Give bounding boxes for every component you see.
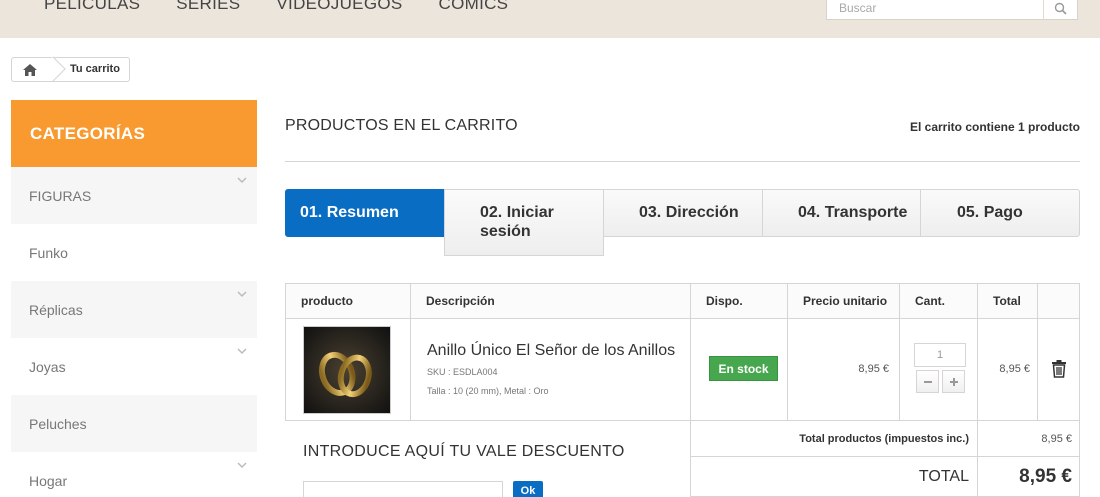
sidebar-item-label: Joyas bbox=[29, 358, 66, 375]
plus-icon bbox=[949, 377, 958, 386]
cart-count: El carrito contiene 1 producto bbox=[909, 120, 1080, 134]
step-iniciar-sesion[interactable]: 02. Iniciar sesión bbox=[444, 189, 604, 256]
search-box bbox=[826, 0, 1078, 20]
product-description-cell: Anillo Único El Señor de los Anillos SKU… bbox=[410, 318, 691, 421]
delete-cell bbox=[1037, 318, 1080, 421]
product-image-cell bbox=[285, 318, 411, 421]
product-name[interactable]: Anillo Único El Señor de los Anillos bbox=[427, 342, 675, 360]
menu-item-peliculas[interactable]: PELÍCULAS bbox=[44, 0, 140, 14]
unit-price-cell: 8,95 € bbox=[787, 318, 900, 421]
quantity-input[interactable]: 1 bbox=[914, 343, 966, 367]
chevron-down-icon[interactable] bbox=[237, 289, 247, 299]
sidebar-item-hogar[interactable]: Hogar bbox=[11, 452, 257, 497]
sidebar-item-label: Funko bbox=[29, 244, 68, 261]
menu-item-series[interactable]: SERIES bbox=[176, 0, 240, 14]
sidebar-item-replicas[interactable]: Réplicas bbox=[11, 281, 257, 338]
products-total-label: Total productos (impuestos inc.) bbox=[690, 420, 978, 457]
breadcrumb-current: Tu carrito bbox=[70, 63, 120, 75]
voucher-input[interactable] bbox=[303, 481, 503, 497]
top-nav: PELÍCULAS SERIES VIDEOJUEGOS CÓMICS bbox=[0, 0, 1100, 38]
product-image[interactable] bbox=[303, 326, 391, 414]
sidebar-item-figuras[interactable]: FIGURAS bbox=[11, 167, 257, 224]
quantity-decrease-button[interactable] bbox=[916, 370, 939, 393]
quantity-increase-button[interactable] bbox=[942, 370, 965, 393]
menu-item-comics[interactable]: CÓMICS bbox=[439, 0, 509, 14]
total-cell: 8,95 € bbox=[977, 318, 1038, 421]
sidebar-item-label: Peluches bbox=[29, 415, 87, 432]
step-direccion[interactable]: 03. Dirección bbox=[603, 189, 763, 237]
main-menu: PELÍCULAS SERIES VIDEOJUEGOS CÓMICS bbox=[44, 0, 544, 14]
voucher-title: INTRODUCE AQUÍ TU VALE DESCUENTO bbox=[303, 443, 625, 460]
column-header-delete bbox=[1037, 283, 1080, 319]
sidebar-item-label: Réplicas bbox=[29, 301, 83, 318]
page-title: PRODUCTOS EN EL CARRITO bbox=[285, 117, 518, 134]
products-total-value: 8,95 € bbox=[977, 420, 1080, 457]
voucher-ok-button[interactable]: Ok bbox=[513, 481, 543, 497]
line-total: 8,95 € bbox=[999, 363, 1030, 375]
search-button[interactable] bbox=[1043, 0, 1077, 19]
grand-total-value: 8,95 € bbox=[977, 456, 1080, 497]
product-sku: SKU : ESDLA004 bbox=[427, 367, 498, 377]
step-label: 02. Iniciar sesión bbox=[480, 204, 554, 240]
product-attributes: Talla : 10 (20 mm), Metal : Oro bbox=[427, 386, 549, 396]
sidebar-item-joyas[interactable]: Joyas bbox=[11, 338, 257, 395]
grand-total-label: TOTAL bbox=[690, 456, 978, 497]
column-header-dispo: Dispo. bbox=[690, 283, 788, 319]
column-header-producto: producto bbox=[285, 283, 411, 319]
step-resumen[interactable]: 01. Resumen bbox=[285, 189, 444, 237]
chevron-down-icon[interactable] bbox=[237, 175, 247, 185]
sidebar-item-peluches[interactable]: Peluches bbox=[11, 395, 257, 452]
trash-icon[interactable] bbox=[1051, 360, 1067, 378]
checkout-steps: 01. Resumen 02. Iniciar sesión 03. Direc… bbox=[285, 189, 1080, 256]
step-transporte[interactable]: 04. Transporte bbox=[762, 189, 921, 237]
column-header-total: Total bbox=[977, 283, 1038, 319]
chevron-down-icon[interactable] bbox=[237, 346, 247, 356]
chevron-down-icon[interactable] bbox=[237, 460, 247, 470]
search-input[interactable] bbox=[827, 0, 1043, 19]
home-icon bbox=[23, 63, 37, 76]
search-icon bbox=[1054, 2, 1067, 15]
unit-price: 8,95 € bbox=[858, 363, 889, 375]
sidebar-item-label: FIGURAS bbox=[29, 187, 92, 204]
column-header-descripcion: Descripción bbox=[410, 283, 691, 319]
column-header-cantidad: Cant. bbox=[899, 283, 978, 319]
status-badge: En stock bbox=[709, 356, 778, 381]
sidebar-item-label: Hogar bbox=[29, 472, 68, 489]
sidebar-title: CATEGORÍAS bbox=[11, 100, 257, 167]
category-sidebar: CATEGORÍAS FIGURAS Funko Réplicas Joyas … bbox=[11, 100, 257, 497]
sidebar-item-funko[interactable]: Funko bbox=[11, 224, 257, 281]
column-header-precio-unitario: Precio unitario bbox=[787, 283, 900, 319]
divider bbox=[285, 161, 1080, 162]
step-pago[interactable]: 05. Pago bbox=[920, 189, 1080, 237]
minus-icon bbox=[923, 380, 932, 383]
menu-item-videojuegos[interactable]: VIDEOJUEGOS bbox=[276, 0, 402, 14]
breadcrumb: Tu carrito bbox=[11, 56, 130, 82]
